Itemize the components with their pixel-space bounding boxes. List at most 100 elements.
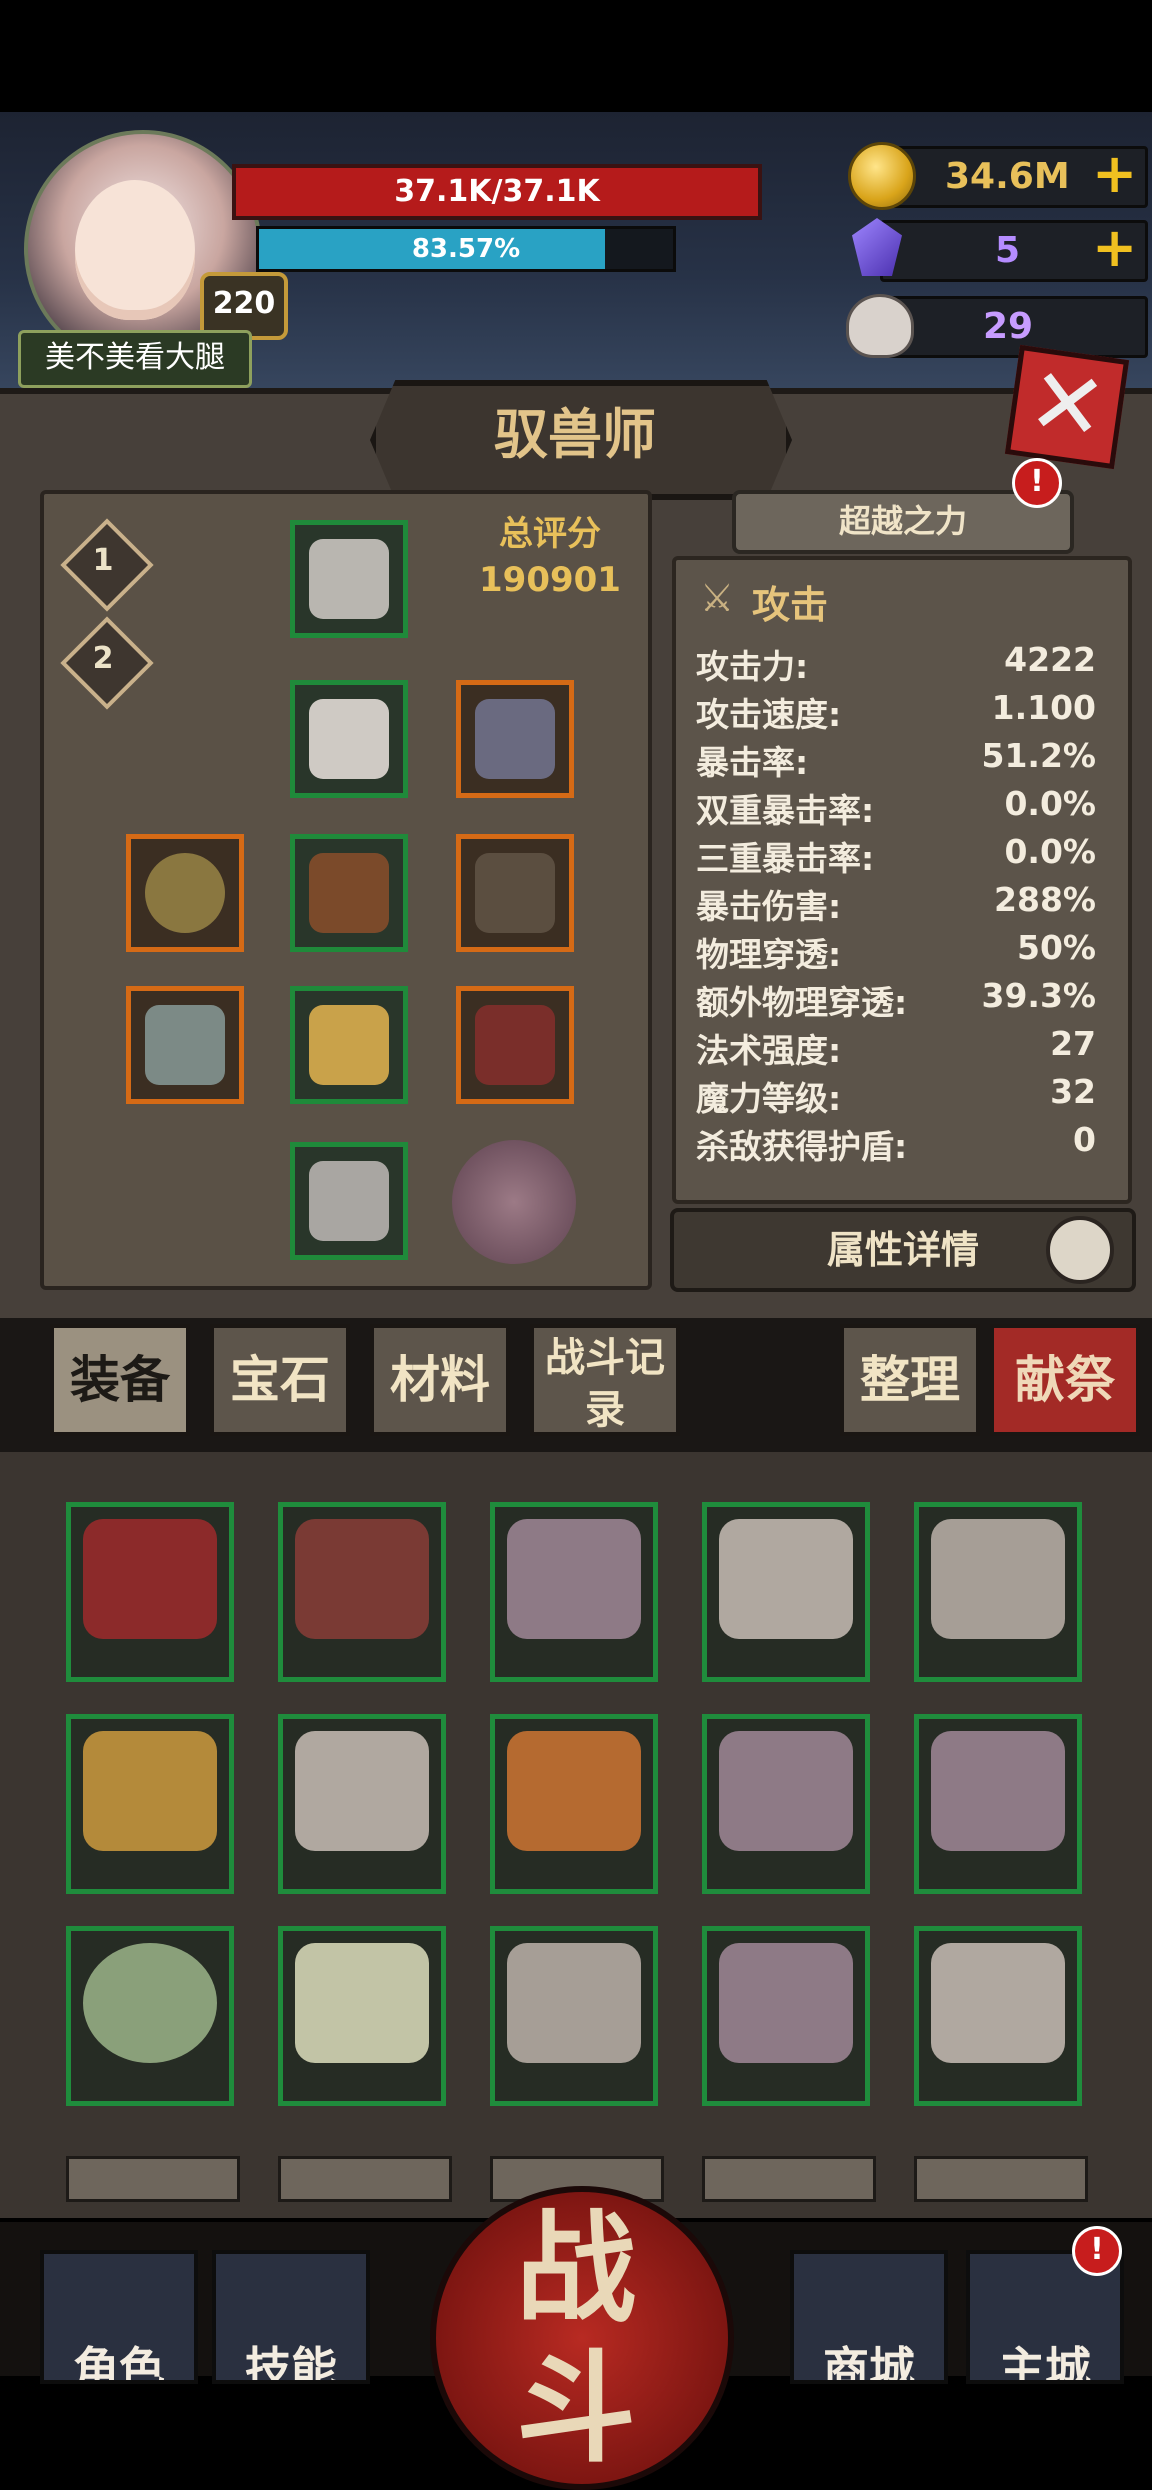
flame-belt-icon (309, 853, 389, 933)
sacrifice-button[interactable]: 献祭 (990, 1324, 1140, 1436)
xp-bar: 83.57% (256, 226, 676, 272)
nav-skills[interactable]: 技能 (212, 2250, 370, 2384)
boots-icon (309, 1161, 389, 1241)
stat-row: 魔力等级: 32 (696, 1072, 1096, 1118)
inventory-item[interactable] (278, 1926, 446, 2106)
sort-button[interactable]: 整理 (840, 1324, 980, 1436)
stat-label: 双重暴击率: (696, 791, 875, 830)
inventory-item[interactable] (702, 1502, 870, 1682)
add-gem-plus-icon[interactable]: + (1092, 220, 1137, 276)
inventory-item[interactable] (278, 1714, 446, 1894)
gloves-slot[interactable] (290, 986, 408, 1104)
helmet-slot[interactable] (290, 520, 408, 638)
fang-belt-icon (719, 1519, 853, 1639)
nav-shop[interactable]: 商城 (790, 2250, 948, 2384)
dragon-bow-icon (145, 1005, 225, 1085)
gold-amount: 34.6M (945, 156, 1070, 197)
stat-value: 51.2% (981, 736, 1097, 775)
stat-value: 0.0% (1004, 784, 1096, 823)
bracelet-slot[interactable] (126, 834, 244, 952)
inventory-item[interactable] (490, 1926, 658, 2106)
stat-row: 额外物理穿透: 39.3% (696, 976, 1096, 1022)
stat-value: 50% (1017, 928, 1096, 967)
empty-inventory-slot[interactable] (66, 2156, 240, 2202)
tab-materials[interactable]: 材料 (370, 1324, 510, 1436)
fang-belt-icon (931, 1943, 1065, 2063)
stat-row: 暴击伤害: 288% (696, 880, 1096, 926)
quiver-slot[interactable] (456, 986, 574, 1104)
inventory-item[interactable] (490, 1714, 658, 1894)
red-horned-helmet-icon (83, 1519, 217, 1639)
stat-row: 杀敌获得护盾: 0 (696, 1120, 1096, 1166)
inventory-item[interactable] (278, 1502, 446, 1682)
loadout-1-label[interactable]: 1 (70, 528, 136, 594)
surpass-alert-badge: ! (1012, 458, 1062, 508)
shield-slot[interactable] (456, 680, 574, 798)
stat-value: 39.3% (981, 976, 1097, 1015)
xp-percent-text: 83.57% (411, 234, 521, 264)
stat-row: 攻击力: 4222 (696, 640, 1096, 686)
moss-stone-icon (83, 1943, 217, 2063)
avatar-portrait-face (75, 180, 195, 320)
tab-battle-log[interactable]: 战斗记录 (530, 1324, 680, 1436)
bone-claws-icon (507, 1943, 641, 2063)
stat-value: 27 (1050, 1024, 1096, 1063)
inventory-item[interactable] (66, 1714, 234, 1894)
inventory-item[interactable] (702, 1926, 870, 2106)
armor-slot[interactable] (290, 680, 408, 798)
dragon-bracelet-icon (145, 853, 225, 933)
necklace-slot[interactable] (456, 834, 574, 952)
gauntlets-icon (309, 1005, 389, 1085)
stat-row: 三重暴击率: 0.0% (696, 832, 1096, 878)
necklace-icon (475, 853, 555, 933)
total-score-value: 190901 (479, 560, 621, 600)
inventory-item[interactable] (914, 1926, 1082, 2106)
inventory-item[interactable] (66, 1926, 234, 2106)
total-score-label: 总评分 (499, 514, 601, 554)
bow-slot[interactable] (126, 986, 244, 1104)
tab-equipment[interactable]: 装备 (50, 1324, 190, 1436)
stat-value: 288% (994, 880, 1096, 919)
inventory-item[interactable] (702, 1714, 870, 1894)
chest-armor-icon (309, 699, 389, 779)
empty-inventory-slot[interactable] (702, 2156, 876, 2202)
bone-ribcage-icon (931, 1731, 1065, 1851)
close-button[interactable]: ✕ (1004, 344, 1130, 470)
inventory-item[interactable] (914, 1502, 1082, 1682)
stat-label: 法术强度: (696, 1031, 842, 1070)
golden-bells-icon (83, 1731, 217, 1851)
tab-gems[interactable]: 宝石 (210, 1324, 350, 1436)
stat-value: 32 (1050, 1072, 1096, 1111)
stat-row: 攻击速度: 1.100 (696, 688, 1096, 734)
belt-slot[interactable] (290, 834, 408, 952)
hp-bar: 37.1K/37.1K (232, 164, 762, 220)
nav-character[interactable]: 角色 (40, 2250, 198, 2384)
skeleton-armor-icon (295, 1943, 429, 2063)
stat-value: 1.100 (991, 688, 1096, 727)
add-gold-plus-icon[interactable]: + (1092, 146, 1137, 202)
magnifier-icon[interactable] (1046, 1216, 1114, 1284)
inventory-item[interactable] (914, 1714, 1082, 1894)
stat-label: 暴击伤害: (696, 887, 842, 926)
stat-value: 0.0% (1004, 832, 1096, 871)
empty-inventory-slot[interactable] (278, 2156, 452, 2202)
dragon-shield-icon (475, 699, 555, 779)
stat-row: 物理穿透: 50% (696, 928, 1096, 974)
inventory-item[interactable] (66, 1502, 234, 1682)
stat-label: 三重暴击率: (696, 839, 875, 878)
boots-slot[interactable] (290, 1142, 408, 1260)
seal-relic-slot[interactable] (452, 1140, 576, 1264)
page-title: 驭兽师 (494, 403, 656, 466)
loadout-2-label[interactable]: 2 (70, 626, 136, 692)
battle-button-label[interactable]: 战斗 (476, 2200, 676, 2479)
gem-amount: 5 (995, 230, 1021, 271)
inventory-item[interactable] (490, 1502, 658, 1682)
bone-ribcage-icon (719, 1943, 853, 2063)
main-city-alert-badge: ! (1072, 2226, 1122, 2276)
stat-row: 暴击率: 51.2% (696, 736, 1096, 782)
stat-value: 0 (1073, 1120, 1096, 1159)
player-name: 美不美看大腿 (18, 330, 252, 388)
helmet-icon (309, 539, 389, 619)
empty-inventory-slot[interactable] (914, 2156, 1088, 2202)
cloak-icon (507, 1731, 641, 1851)
